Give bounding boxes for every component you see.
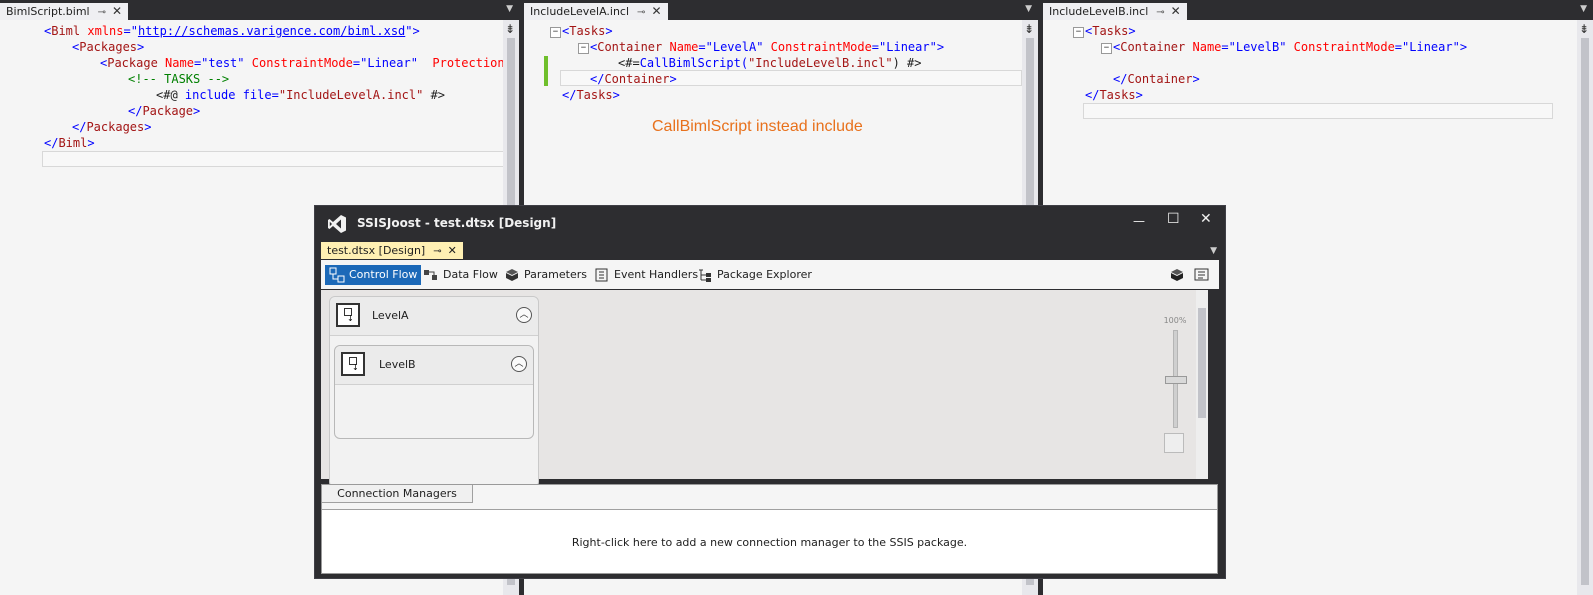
- package-explorer-icon: [699, 269, 711, 282]
- connection-managers-hint: Right-click here to add a new connection…: [571, 536, 968, 549]
- code-line: </Biml>: [44, 136, 95, 150]
- pin-icon[interactable]: ⊸: [98, 7, 106, 18]
- tab-includelevela[interactable]: IncludeLevelA.incl ⊸ ✕: [524, 3, 668, 20]
- code-line: <Tasks>: [562, 24, 613, 38]
- current-line-highlight: [42, 151, 503, 167]
- code-line: </Tasks>: [1085, 88, 1143, 102]
- tabbar: IncludeLevelA.incl ⊸ ✕ ▼: [524, 0, 1038, 20]
- designer-toolbar: Control Flow Data Flow Parameters Event …: [321, 260, 1219, 289]
- chevron-down-icon[interactable]: ▼: [1025, 4, 1032, 14]
- connection-managers-panel[interactable]: Connection Managers Right-click here to …: [321, 484, 1218, 574]
- collapse-icon[interactable]: ︿: [511, 356, 527, 372]
- zoom-control[interactable]: 100%: [1161, 316, 1189, 456]
- annotation-text: CallBimlScript instead include: [652, 118, 863, 135]
- tab-design[interactable]: test.dtsx [Design] ⊸ ✕: [321, 242, 463, 259]
- vertical-scrollbar[interactable]: ⇟: [1577, 20, 1593, 595]
- maximize-icon[interactable]: ☐: [1167, 211, 1180, 227]
- toolbox-icon[interactable]: [1194, 267, 1210, 283]
- split-icon[interactable]: ⇟: [1024, 22, 1034, 36]
- minimize-icon[interactable]: —: [1133, 214, 1145, 228]
- scroll-thumb[interactable]: [1198, 308, 1206, 418]
- change-marker: [544, 56, 548, 86]
- tab-parameters[interactable]: Parameters: [500, 265, 591, 285]
- container-header: ↓ LevelA ︿: [330, 297, 538, 336]
- tab-label: IncludeLevelA.incl: [530, 5, 630, 18]
- tab-label: IncludeLevelB.incl: [1049, 5, 1149, 18]
- pin-icon[interactable]: ⊸: [1156, 7, 1164, 18]
- connection-managers-area[interactable]: Right-click here to add a new connection…: [322, 509, 1217, 573]
- code-line: </Tasks>: [562, 88, 620, 102]
- tab-includelevelb[interactable]: IncludeLevelB.incl ⊸ ✕: [1043, 3, 1187, 20]
- split-icon[interactable]: ⇟: [505, 22, 515, 36]
- ssis-designer-window: SSISJoost - test.dtsx [Design] — ☐ ✕ tes…: [314, 205, 1226, 579]
- tab-data-flow[interactable]: Data Flow: [419, 265, 502, 285]
- current-line-highlight: [1083, 103, 1553, 119]
- container-header: ↓ LevelB ︿: [335, 346, 533, 385]
- collapse-icon[interactable]: −: [578, 43, 589, 54]
- tab-control-flow[interactable]: Control Flow: [325, 265, 422, 285]
- vertical-scrollbar[interactable]: [1196, 290, 1208, 479]
- code-line: <Packages>: [72, 40, 145, 54]
- collapse-icon[interactable]: −: [550, 27, 561, 38]
- code-line: <Container Name="LevelB" ConstraintMode=…: [1113, 40, 1468, 54]
- container-label: LevelA: [372, 309, 409, 322]
- tab-package-explorer[interactable]: Package Explorer: [693, 265, 816, 285]
- close-icon[interactable]: ✕: [651, 4, 661, 18]
- pin-icon[interactable]: ⊸: [433, 246, 441, 257]
- code-line: </Container>: [590, 72, 677, 86]
- container-levelb[interactable]: ↓ LevelB ︿: [334, 345, 534, 439]
- code-line: <!-- TASKS -->: [128, 72, 230, 86]
- code-line: <Biml xmlns="http://schemas.varigence.co…: [44, 24, 420, 38]
- collapse-icon[interactable]: −: [1101, 43, 1112, 54]
- parameters-icon: [506, 269, 518, 281]
- close-icon[interactable]: ✕: [112, 4, 122, 18]
- container-levela[interactable]: ↓ LevelA ︿ ↓ LevelB ︿: [329, 296, 539, 488]
- tabbar: IncludeLevelB.incl ⊸ ✕ ▼: [1043, 0, 1593, 20]
- close-window-icon[interactable]: ✕: [1200, 211, 1212, 227]
- code-line: </Container>: [1113, 72, 1200, 86]
- code-line: <#@ include file="IncludeLevelA.incl" #>: [156, 88, 446, 102]
- tab-bimlscript[interactable]: BimlScript.biml ⊸ ✕: [0, 3, 129, 20]
- chevron-down-icon[interactable]: ▼: [506, 4, 513, 14]
- tabbar: BimlScript.biml ⊸ ✕ ▼: [0, 0, 519, 20]
- zoom-label: 100%: [1163, 316, 1187, 325]
- code-line: <#=CallBimlScript("IncludeLevelB.incl") …: [618, 56, 922, 70]
- window-title: SSISJoost - test.dtsx [Design]: [357, 216, 557, 230]
- control-flow-icon: [329, 267, 345, 283]
- close-icon[interactable]: ✕: [1171, 4, 1181, 18]
- visual-studio-logo-icon: [328, 215, 346, 233]
- code-line: </Packages>: [72, 120, 152, 134]
- zoom-slider-thumb[interactable]: [1165, 376, 1187, 384]
- close-icon[interactable]: ✕: [448, 244, 457, 257]
- scroll-thumb[interactable]: [1581, 38, 1589, 585]
- container-icon: ↓: [336, 303, 360, 327]
- design-surface[interactable]: ↓ LevelA ︿ ↓ LevelB ︿ 100%: [321, 290, 1208, 488]
- container-icon: ↓: [341, 352, 365, 376]
- tab-connection-managers[interactable]: Connection Managers: [322, 485, 473, 503]
- code-line: <Package Name="test" ConstraintMode="Lin…: [100, 56, 503, 70]
- tab-event-handlers[interactable]: Event Handlers: [590, 265, 702, 285]
- code-line: <Container Name="LevelA" ConstraintMode=…: [590, 40, 945, 54]
- event-handlers-icon: [595, 268, 608, 282]
- code-line: </Package>: [128, 104, 201, 118]
- collapse-icon[interactable]: ︿: [516, 307, 532, 323]
- data-flow-icon: [424, 270, 437, 280]
- split-icon[interactable]: ⇟: [1579, 22, 1589, 36]
- zoom-fit-icon[interactable]: [1164, 433, 1184, 453]
- chevron-down-icon[interactable]: ▼: [1210, 246, 1217, 256]
- container-label: LevelB: [379, 358, 416, 371]
- chevron-down-icon[interactable]: ▼: [1580, 4, 1587, 14]
- variables-icon[interactable]: [1169, 267, 1185, 283]
- tab-label: test.dtsx [Design]: [327, 244, 426, 257]
- tab-label: BimlScript.biml: [6, 5, 90, 18]
- window-titlebar: SSISJoost - test.dtsx [Design] — ☐ ✕: [315, 206, 1225, 242]
- collapse-icon[interactable]: −: [1073, 27, 1084, 38]
- code-line: <Tasks>: [1085, 24, 1136, 38]
- pin-icon[interactable]: ⊸: [637, 7, 645, 18]
